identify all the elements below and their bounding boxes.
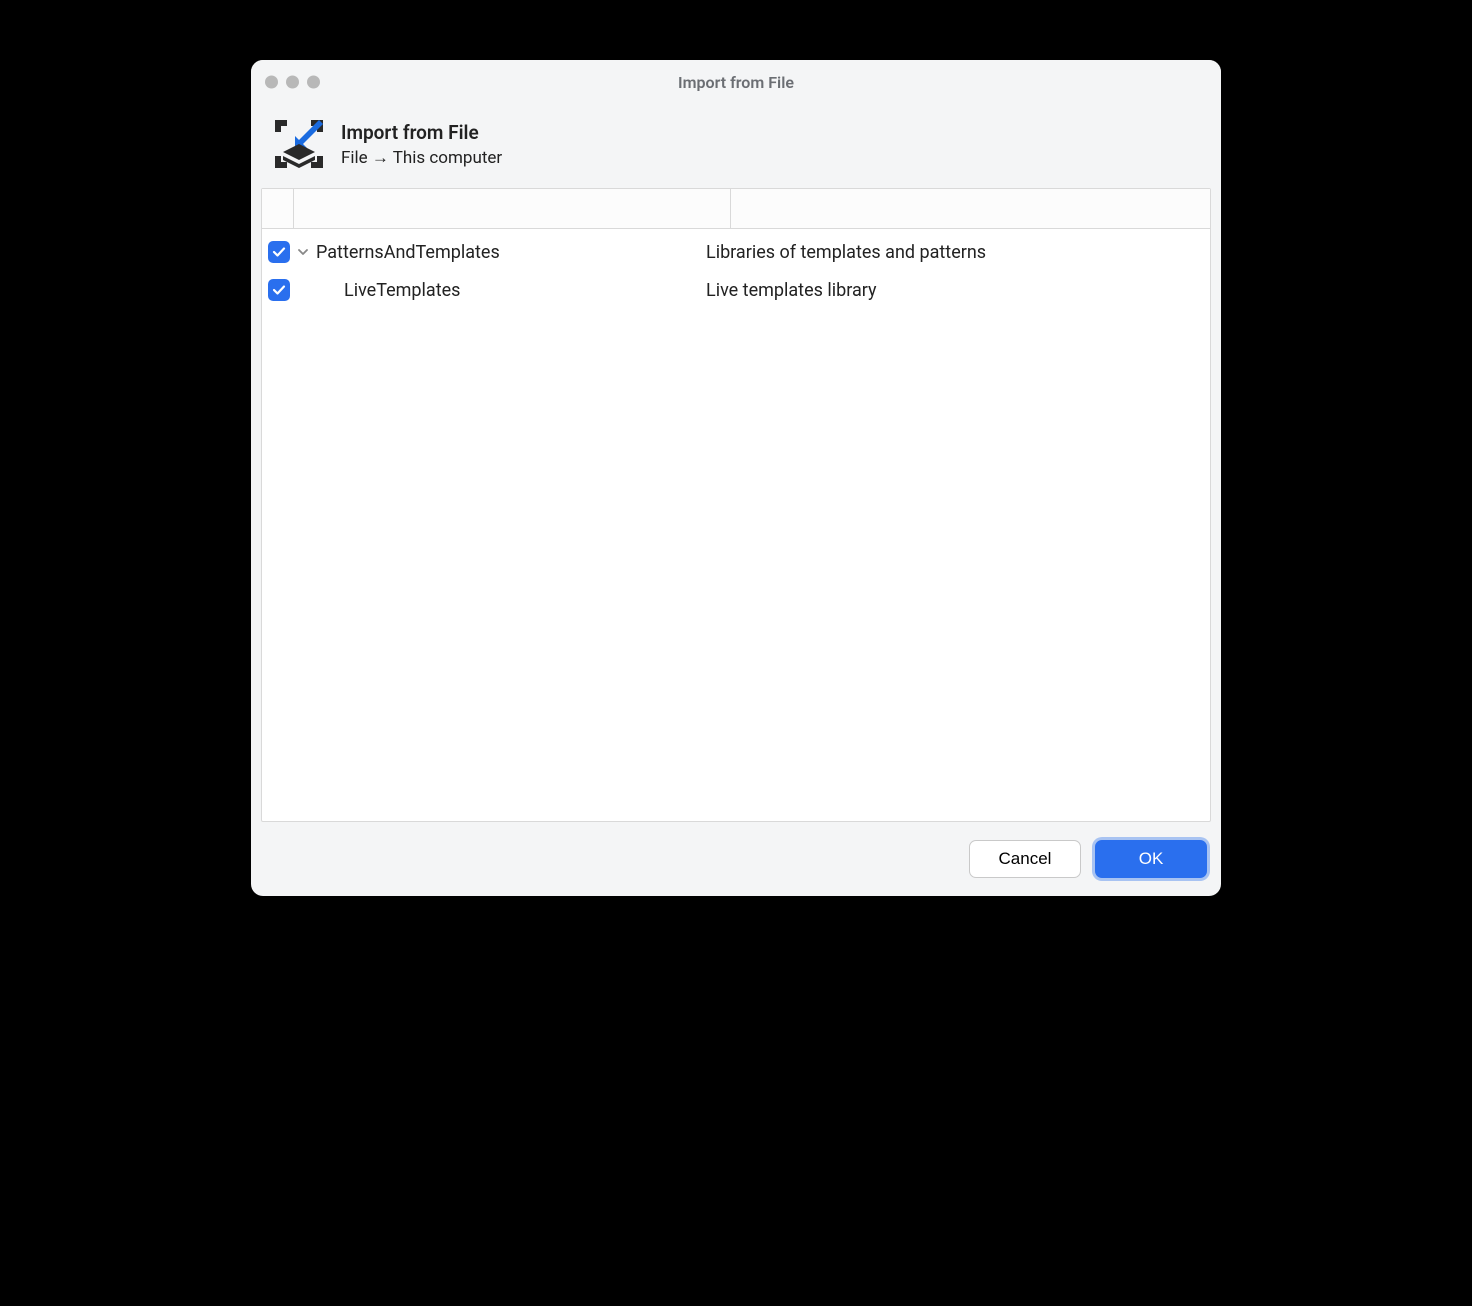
chevron-down-icon[interactable] <box>296 245 310 259</box>
tree-header <box>262 189 1210 229</box>
dialog-window: Import from File Import from File File →… <box>251 60 1221 896</box>
tree-body: PatternsAndTemplates Libraries of templa… <box>262 229 1210 821</box>
window-title: Import from File <box>678 73 794 92</box>
header-title: Import from File <box>341 121 502 144</box>
header-text: Import from File File → This computer <box>341 121 502 168</box>
import-icon <box>269 114 329 174</box>
checkbox-patterns-and-templates[interactable] <box>268 241 290 263</box>
tree-item-description: Libraries of templates and patterns <box>706 242 1210 263</box>
checkmark-icon <box>272 283 286 297</box>
checkbox-live-templates[interactable] <box>268 279 290 301</box>
minimize-window-button[interactable] <box>286 76 299 89</box>
titlebar: Import from File <box>251 60 1221 104</box>
close-window-button[interactable] <box>265 76 278 89</box>
tree-container: PatternsAndTemplates Libraries of templa… <box>261 188 1211 822</box>
tree-item-description: Live templates library <box>706 280 1210 301</box>
tree-item-name: PatternsAndTemplates <box>316 242 706 263</box>
tree-header-desc-col[interactable] <box>731 189 1210 228</box>
tree-row-live-templates[interactable]: LiveTemplates Live templates library <box>262 271 1210 309</box>
tree-item-name: LiveTemplates <box>344 280 706 301</box>
ok-button[interactable]: OK <box>1095 840 1207 878</box>
cancel-button[interactable]: Cancel <box>969 840 1081 878</box>
maximize-window-button[interactable] <box>307 76 320 89</box>
tree-header-checkbox-col <box>262 189 294 228</box>
header-section: Import from File File → This computer <box>251 104 1221 188</box>
checkmark-icon <box>272 245 286 259</box>
window-controls <box>265 76 320 89</box>
button-bar: Cancel OK <box>251 822 1221 896</box>
tree-row-patterns-and-templates[interactable]: PatternsAndTemplates Libraries of templa… <box>262 233 1210 271</box>
header-subtitle: File → This computer <box>341 148 502 168</box>
tree-header-name-col[interactable] <box>294 189 731 228</box>
